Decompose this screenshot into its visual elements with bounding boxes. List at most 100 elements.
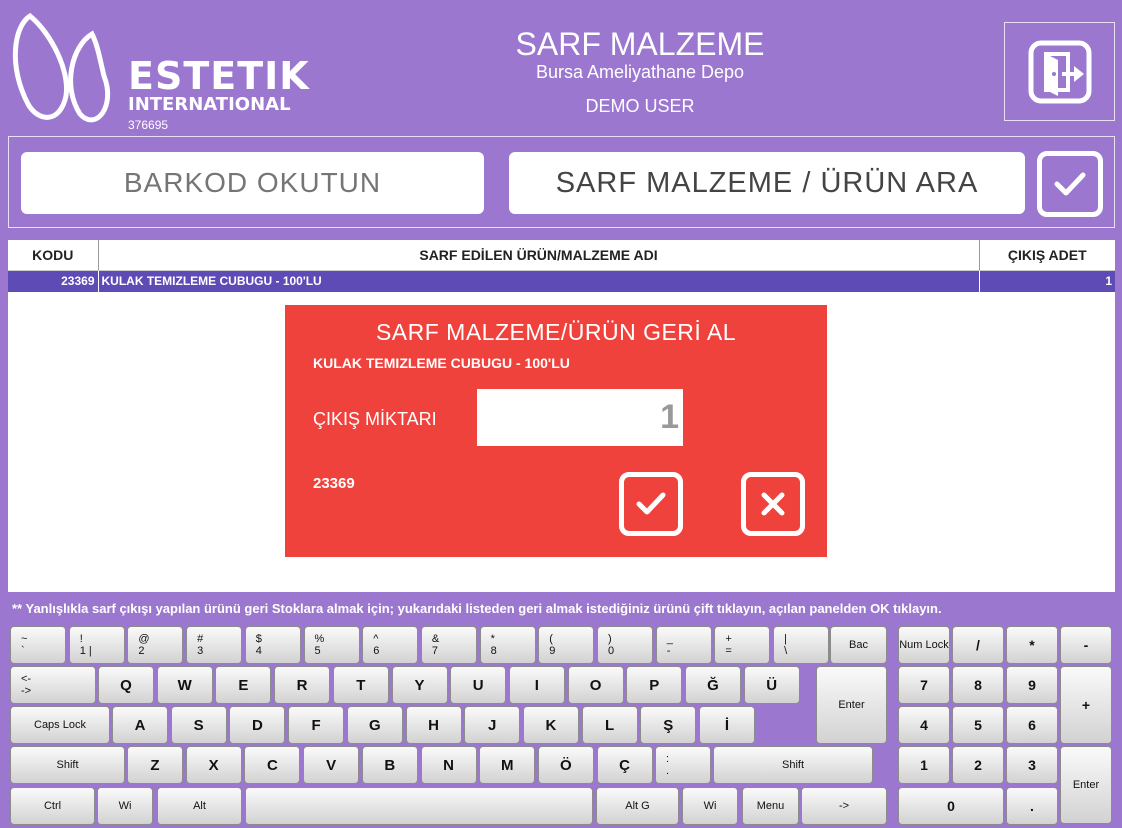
key-8[interactable]: * 8 — [479, 626, 536, 664]
key-4[interactable]: $4 — [244, 626, 301, 664]
key-q[interactable]: Q — [98, 666, 154, 704]
key-glyph: ~ — [21, 633, 28, 645]
numpad-3-key[interactable]: 3 — [1006, 746, 1058, 784]
key-m[interactable]: M — [479, 746, 536, 784]
key-ğ[interactable]: Ğ — [685, 666, 741, 704]
key-9[interactable]: (9 — [538, 626, 595, 664]
key-l[interactable]: L — [581, 706, 638, 744]
return-qty-input[interactable] — [477, 389, 683, 446]
key-a[interactable]: A — [112, 706, 168, 744]
key-z[interactable]: Z — [127, 746, 183, 784]
key-f[interactable]: F — [288, 706, 345, 744]
barcode-input[interactable] — [21, 152, 484, 214]
key-h[interactable]: H — [405, 706, 462, 744]
key-glyph: ! — [79, 633, 83, 645]
key-b[interactable]: B — [361, 746, 418, 784]
key-r[interactable]: R — [274, 666, 331, 704]
key-0[interactable]: ~ ` — [10, 626, 66, 664]
numpad-0-key[interactable]: 0 — [898, 787, 1004, 825]
key-ö[interactable]: Ö — [537, 746, 594, 784]
key-i̇[interactable]: İ — [699, 706, 755, 744]
dialog-ok-button[interactable] — [619, 472, 683, 536]
key-x[interactable]: X — [185, 746, 242, 784]
check-icon — [1054, 172, 1086, 196]
key-10[interactable]: ) 0 — [597, 626, 653, 664]
altgr-key[interactable]: Alt G — [596, 787, 679, 825]
backspace-key[interactable]: Bac — [830, 626, 887, 664]
numpad-7-key[interactable]: 7 — [898, 666, 950, 704]
product-search-button[interactable]: SARF MALZEME / ÜRÜN ARA — [509, 152, 1025, 214]
key-ü[interactable]: Ü — [743, 666, 800, 704]
key-11[interactable]: _ - — [655, 626, 712, 664]
key-c[interactable]: C — [244, 746, 301, 784]
enter-key[interactable]: Enter — [816, 666, 887, 744]
numpad-5-key[interactable]: 5 — [952, 706, 1004, 744]
key-g[interactable]: G — [346, 706, 403, 744]
brand-logo: ESTETIK INTERNATIONAL 376695 — [8, 6, 309, 132]
colon-period-key[interactable]: :. — [655, 746, 711, 784]
numpad-op-key[interactable]: * — [1006, 626, 1058, 664]
win-key[interactable]: Wi — [97, 787, 153, 825]
key-ş[interactable]: Ş — [640, 706, 697, 744]
key-12[interactable]: + = — [714, 626, 771, 664]
alt-key[interactable]: Alt — [157, 787, 242, 825]
ctrl-key[interactable]: Ctrl — [10, 787, 95, 825]
key-u[interactable]: U — [450, 666, 507, 704]
numpad-9-key[interactable]: 9 — [1006, 666, 1058, 704]
numpad-dot-key[interactable]: . — [1006, 787, 1058, 825]
left-shift-key[interactable]: Shift — [10, 746, 125, 784]
dialog-cancel-button[interactable] — [741, 472, 805, 536]
key-p[interactable]: P — [626, 666, 683, 704]
key-e[interactable]: E — [215, 666, 272, 704]
key-7[interactable]: & 7 — [420, 626, 477, 664]
right-shift-key[interactable]: Shift — [713, 746, 873, 784]
table-row[interactable]: 23369 KULAK TEMIZLEME CUBUGU - 100'LU 1 — [8, 270, 1115, 292]
key-glyph: ^ — [373, 633, 379, 645]
key-n[interactable]: N — [420, 746, 477, 784]
key-glyph: % — [314, 633, 325, 645]
key-3[interactable]: #3 — [186, 626, 243, 664]
key-6[interactable]: ^ 6 — [362, 626, 419, 664]
key-2[interactable]: @2 — [127, 626, 184, 664]
numpad-8-key[interactable]: 8 — [952, 666, 1004, 704]
key-5[interactable]: % 5 — [303, 626, 360, 664]
key-s[interactable]: S — [170, 706, 227, 744]
space-key[interactable] — [245, 787, 593, 825]
tab-key[interactable]: <- -> — [10, 666, 96, 704]
num-lock-key[interactable]: Num Lock — [898, 626, 950, 664]
key-v[interactable]: V — [303, 746, 360, 784]
numpad-op-key[interactable]: - — [1060, 626, 1112, 664]
numpad-op-key[interactable]: / — [952, 626, 1004, 664]
numpad-6-key[interactable]: 6 — [1006, 706, 1058, 744]
key-o[interactable]: O — [567, 666, 624, 704]
right-win-key[interactable]: Wi — [682, 787, 738, 825]
key-glyph: - — [666, 645, 671, 657]
numpad-enter-key[interactable]: Enter — [1060, 746, 1112, 824]
key-1[interactable]: ! 1 | — [68, 626, 125, 664]
numpad-plus-key[interactable]: + — [1060, 666, 1112, 744]
key-glyph: 9 — [549, 645, 556, 657]
key-glyph: 6 — [373, 645, 380, 657]
numpad-4-key[interactable]: 4 — [898, 706, 950, 744]
numpad-1-key[interactable]: 1 — [898, 746, 950, 784]
key-13[interactable]: | \ — [773, 626, 830, 664]
key-glyph: 4 — [255, 645, 262, 657]
numpad-2-key[interactable]: 2 — [952, 746, 1004, 784]
key-i[interactable]: I — [508, 666, 565, 704]
key-t[interactable]: T — [332, 666, 389, 704]
logout-button[interactable] — [1004, 22, 1115, 121]
return-item-dialog: SARF MALZEME/ÜRÜN GERİ AL KULAK TEMIZLEM… — [285, 305, 827, 557]
key-y[interactable]: Y — [391, 666, 448, 704]
menu-key[interactable]: Menu — [742, 787, 799, 825]
caps-lock-key[interactable]: Caps Lock — [10, 706, 110, 744]
header-title-block: SARF MALZEME Bursa Ameliyathane Depo DEM… — [420, 26, 860, 117]
key-glyph: & — [431, 633, 440, 645]
key-k[interactable]: K — [522, 706, 579, 744]
arrow-key[interactable]: -> — [801, 787, 887, 825]
key-w[interactable]: W — [156, 666, 213, 704]
key-d[interactable]: D — [229, 706, 286, 744]
key-ç[interactable]: Ç — [596, 746, 653, 784]
search-confirm-button[interactable] — [1037, 151, 1103, 217]
logout-door-icon — [1028, 40, 1091, 103]
key-j[interactable]: J — [464, 706, 521, 744]
